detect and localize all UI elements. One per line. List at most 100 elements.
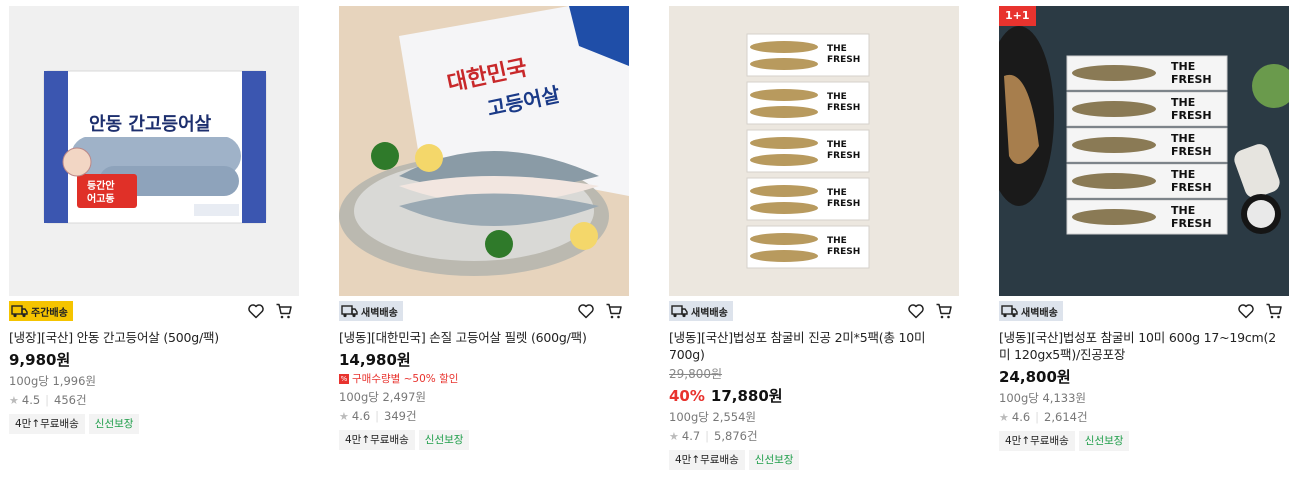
rating-value: 4.6 bbox=[1011, 410, 1031, 424]
unit-price: 100g당 4,133원 bbox=[999, 391, 1086, 405]
product-price: 14,980원 bbox=[339, 351, 411, 369]
price-line: 9,980원 bbox=[9, 349, 299, 370]
product-card[interactable]: THE FRESH THE FRESH THE FRESH THE FRESH THE F… bbox=[999, 6, 1289, 451]
svg-text:THE: THE bbox=[1171, 96, 1195, 109]
review-count: 5,876건 bbox=[714, 429, 758, 443]
review-count: 456건 bbox=[54, 393, 87, 407]
svg-text:FRESH: FRESH bbox=[827, 55, 860, 65]
heart-icon[interactable] bbox=[247, 302, 265, 320]
product-card[interactable]: 안동 간고등어살 등간안 어고동 주간배송 [냉장][국산] 안동 간고등어살 … bbox=[9, 6, 299, 434]
delivery-badge: 새벽배송 bbox=[999, 301, 1063, 321]
free-shipping-tag: 4만↑무료배송 bbox=[999, 431, 1075, 451]
promo-badge: 1+1 bbox=[999, 6, 1036, 26]
product-title[interactable]: [냉동][국산]법성포 참굴비 진공 2미*5팩(총 10미 700g) bbox=[669, 329, 951, 363]
cart-icon[interactable] bbox=[935, 302, 953, 320]
product-card[interactable]: THE FRESH THE FRESH THE FRESH THE FRESH THE F… bbox=[669, 6, 959, 470]
svg-text:FRESH: FRESH bbox=[827, 199, 860, 209]
delivery-label: 새벽배송 bbox=[361, 307, 398, 319]
unit-price: 100g당 2,554원 bbox=[669, 410, 756, 424]
svg-text:FRESH: FRESH bbox=[1171, 73, 1212, 86]
cart-icon[interactable] bbox=[1265, 302, 1283, 320]
product-price: 17,880원 bbox=[710, 387, 783, 405]
fresh-guarantee-tag: 신선보장 bbox=[1078, 431, 1130, 451]
svg-text:FRESH: FRESH bbox=[1171, 145, 1212, 158]
product-image[interactable]: 대한민국 고등어살 bbox=[339, 6, 629, 296]
delivery-label: 새벽배송 bbox=[1021, 307, 1058, 319]
cart-icon[interactable] bbox=[275, 302, 293, 320]
star-icon: ★ bbox=[669, 429, 679, 443]
star-icon: ★ bbox=[999, 410, 1009, 424]
original-price: 29,800원 bbox=[669, 367, 723, 381]
review-count: 2,614건 bbox=[1044, 410, 1088, 424]
product-card[interactable]: 대한민국 고등어살 새벽배송 [냉동][대한민국] 손질 고등어살 필렛 (60… bbox=[339, 6, 629, 450]
mackerel-package-image: 안동 간고등어살 등간안 어고동 bbox=[9, 6, 299, 296]
percent-icon: % bbox=[339, 373, 349, 384]
rating-value: 4.6 bbox=[351, 409, 371, 423]
heart-icon[interactable] bbox=[907, 302, 925, 320]
tag-list: 4만↑무료배송 신선보장 bbox=[9, 414, 299, 434]
svg-text:THE: THE bbox=[1171, 168, 1195, 181]
heart-icon[interactable] bbox=[577, 302, 595, 320]
svg-text:THE: THE bbox=[1171, 132, 1195, 145]
truck-icon bbox=[341, 305, 358, 318]
product-title[interactable]: [냉장][국산] 안동 간고등어살 (500g/팩) bbox=[9, 329, 291, 346]
divider: | bbox=[45, 393, 50, 407]
free-shipping-tag: 4만↑무료배송 bbox=[9, 414, 85, 434]
rating-value: 4.7 bbox=[681, 429, 701, 443]
review-count: 349건 bbox=[384, 409, 417, 423]
svg-text:THE: THE bbox=[827, 140, 847, 150]
svg-text:FRESH: FRESH bbox=[1171, 109, 1212, 122]
svg-text:FRESH: FRESH bbox=[827, 103, 860, 113]
svg-text:FRESH: FRESH bbox=[1171, 217, 1212, 230]
rating-value: 4.5 bbox=[21, 393, 41, 407]
product-image[interactable]: THE FRESH THE FRESH THE FRESH THE FRESH THE F… bbox=[669, 6, 959, 296]
divider: | bbox=[375, 409, 380, 423]
truck-icon bbox=[11, 305, 28, 318]
unit-price: 100g당 1,996원 bbox=[9, 374, 96, 388]
product-image[interactable]: THE FRESH THE FRESH THE FRESH THE FRESH THE F… bbox=[999, 6, 1289, 296]
rating-row: ★ 4.6 | 349건 bbox=[339, 408, 629, 424]
delivery-badge: 새벽배송 bbox=[669, 301, 733, 321]
free-shipping-tag: 4만↑무료배송 bbox=[669, 450, 745, 470]
fresh-guarantee-tag: 신선보장 bbox=[418, 430, 470, 450]
delivery-label: 새벽배송 bbox=[691, 307, 728, 319]
price-line: 24,800원 bbox=[999, 366, 1289, 387]
rating-row: ★ 4.7 | 5,876건 bbox=[669, 428, 959, 444]
svg-text:THE: THE bbox=[1171, 60, 1195, 73]
promo-text: 구매수량별 ~50% 할인 bbox=[352, 373, 459, 385]
svg-text:FRESH: FRESH bbox=[827, 247, 860, 257]
tag-list: 4만↑무료배송 신선보장 bbox=[339, 430, 629, 450]
delivery-label: 주간배송 bbox=[31, 307, 68, 319]
product-price: 9,980원 bbox=[9, 351, 71, 369]
svg-text:FRESH: FRESH bbox=[827, 151, 860, 161]
product-title[interactable]: [냉동][대한민국] 손질 고등어살 필렛 (600g/팩) bbox=[339, 329, 621, 346]
rating-row: ★ 4.6 | 2,614건 bbox=[999, 409, 1289, 425]
svg-text:THE: THE bbox=[827, 236, 847, 246]
delivery-badge: 주간배송 bbox=[9, 301, 73, 321]
product-price: 24,800원 bbox=[999, 368, 1071, 386]
svg-text:등간안: 등간안 bbox=[87, 179, 115, 192]
mackerel-fillet-image: 대한민국 고등어살 bbox=[339, 6, 629, 296]
croaker-packs-image: THEFRESH THEFRESH THEFRESH THEFRESH THEF… bbox=[669, 6, 959, 296]
svg-text:THE: THE bbox=[827, 44, 847, 54]
product-image[interactable]: 안동 간고등어살 등간안 어고동 bbox=[9, 6, 299, 296]
quantity-discount-note: % 구매수량별 ~50% 할인 bbox=[339, 371, 629, 386]
delivery-badge: 새벽배송 bbox=[339, 301, 403, 321]
croaker-dark-image: THEFRESH THEFRESH THEFRESH THEFRESH THEF… bbox=[999, 6, 1289, 296]
divider: | bbox=[1035, 410, 1040, 424]
unit-price: 100g당 2,497원 bbox=[339, 390, 426, 404]
svg-text:안동 간고등어살: 안동 간고등어살 bbox=[89, 114, 212, 135]
product-title[interactable]: [냉동][국산]법성포 참굴비 10미 600g 17~19cm(2미 120g… bbox=[999, 329, 1281, 363]
fresh-guarantee-tag: 신선보장 bbox=[88, 414, 140, 434]
svg-text:THE: THE bbox=[1171, 204, 1195, 217]
fresh-guarantee-tag: 신선보장 bbox=[748, 450, 800, 470]
price-line: 14,980원 bbox=[339, 349, 629, 370]
svg-text:FRESH: FRESH bbox=[1171, 181, 1212, 194]
heart-icon[interactable] bbox=[1237, 302, 1255, 320]
cart-icon[interactable] bbox=[605, 302, 623, 320]
rating-row: ★ 4.5 | 456건 bbox=[9, 392, 299, 408]
free-shipping-tag: 4만↑무료배송 bbox=[339, 430, 415, 450]
svg-text:THE: THE bbox=[827, 188, 847, 198]
star-icon: ★ bbox=[339, 409, 349, 423]
price-line: 40% 17,880원 bbox=[669, 385, 959, 406]
